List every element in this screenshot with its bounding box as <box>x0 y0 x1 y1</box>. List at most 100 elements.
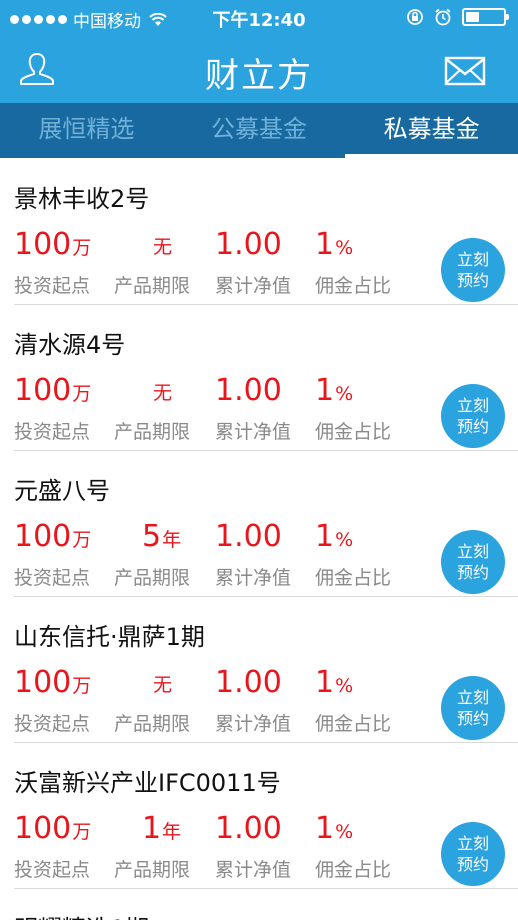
commission-label: 佣金占比 <box>315 859 392 881</box>
book-button-line1: 立刻 <box>456 688 489 707</box>
period-label: 产品期限 <box>114 859 191 881</box>
commission-number: 1 <box>315 811 335 846</box>
nav-label: 累计净值 <box>215 567 292 589</box>
min-invest-value: 100万 <box>14 811 91 846</box>
product-item[interactable]: 山东信托·鼎萨1期 100万 无 1.00 1% 投资起点 产品期限 累计净值 佣金占比 立刻预约 <box>14 597 518 743</box>
product-name: 明耀精选1期 <box>14 909 149 920</box>
period-number: 5 <box>142 519 162 554</box>
status-right <box>406 8 509 26</box>
nav-number: 1.00 <box>215 665 282 700</box>
commission-label: 佣金占比 <box>315 567 392 589</box>
commission-value: 1% <box>315 665 353 700</box>
nav-value: 1.00 <box>215 665 282 700</box>
book-now-button[interactable]: 立刻 预约 <box>441 384 505 448</box>
product-name: 山东信托·鼎萨1期 <box>14 623 205 651</box>
tab-featured[interactable]: 展恒精选 <box>0 103 173 158</box>
min-invest-number: 100 <box>14 811 72 846</box>
min-invest-label: 投资起点 <box>14 275 91 297</box>
commission-value: 1% <box>315 373 353 408</box>
period-label: 产品期限 <box>114 567 191 589</box>
period-unit: 年 <box>162 529 182 551</box>
period-unit: 年 <box>162 821 182 843</box>
status-bar: 中国移动 下午12:40 <box>0 0 518 34</box>
book-now-button[interactable]: 立刻 预约 <box>441 676 505 740</box>
commission-label: 佣金占比 <box>315 713 392 735</box>
period-value: 无 <box>153 670 172 697</box>
tab-private-funds[interactable]: 私募基金 <box>345 103 518 159</box>
commission-unit: % <box>335 383 354 405</box>
commission-unit: % <box>335 237 354 259</box>
period-label: 产品期限 <box>114 275 191 297</box>
product-item[interactable]: 沃富新兴产业IFC0011号 100万 1年 1.00 1% 投资起点 产品期限 累计净值 佣金… <box>14 743 518 889</box>
nav-number: 1.00 <box>215 227 282 262</box>
min-invest-label: 投资起点 <box>14 859 91 881</box>
product-name: 清水源4号 <box>14 331 126 359</box>
book-button-line1: 立刻 <box>456 396 489 415</box>
page-title: 财立方 <box>205 56 313 96</box>
product-item[interactable]: 清水源4号 100万 无 1.00 1% 投资起点 产品期限 累计净值 佣金占比 立刻 预约 <box>14 305 518 451</box>
alarm-icon <box>435 8 451 26</box>
min-invest-label: 投资起点 <box>14 421 91 443</box>
nav-number: 1.00 <box>215 373 282 408</box>
min-invest-value: 100万 <box>14 227 91 262</box>
min-invest-unit: 万 <box>72 821 92 843</box>
commission-unit: % <box>335 675 354 697</box>
product-item[interactable]: 景林丰收2号 100万 无 1.00 1% 投资起点 产品期限 累计净值 佣金占比 立刻 预约 <box>14 159 518 305</box>
battery-icon <box>462 8 509 26</box>
commission-value: 1% <box>315 811 353 846</box>
commission-number: 1 <box>315 665 335 700</box>
period-number: 无 <box>153 674 173 696</box>
min-invest-number: 100 <box>14 519 72 554</box>
book-button-line1: 立刻 <box>456 834 489 853</box>
product-name: 景林丰收2号 <box>14 185 150 213</box>
commission-label: 佣金占比 <box>315 275 392 297</box>
book-now-button[interactable]: 立刻 预约 <box>441 238 505 302</box>
nav-value: 1.00 <box>215 811 282 846</box>
commission-number: 1 <box>315 227 335 262</box>
nav-label: 累计净值 <box>215 275 292 297</box>
period-value: 1年 <box>142 811 181 846</box>
message-button[interactable] <box>444 56 486 86</box>
orientation-lock-icon <box>407 9 423 25</box>
product-name: 沃富新兴产业IFC0011号 <box>14 769 281 797</box>
period-value: 无 <box>153 378 172 405</box>
product-item[interactable]: 明耀精选1期 <box>14 889 518 920</box>
nav-value: 1.00 <box>215 227 282 262</box>
period-label: 产品期限 <box>114 713 191 735</box>
min-invest-value: 100万 <box>14 665 91 700</box>
book-button-line2: 预约 <box>456 855 489 874</box>
battery-level <box>466 12 479 22</box>
nav-label: 累计净值 <box>215 713 292 735</box>
nav-value: 1.00 <box>215 373 282 408</box>
period-value: 5年 <box>142 519 181 554</box>
book-now-button[interactable]: 立刻 预约 <box>441 822 505 886</box>
nav-label: 累计净值 <box>215 421 292 443</box>
app-header: 财立方 <box>0 34 518 103</box>
commission-number: 1 <box>315 519 335 554</box>
tab-public-funds[interactable]: 公募基金 <box>173 103 346 158</box>
nav-number: 1.00 <box>215 811 282 846</box>
product-list: 景林丰收2号 100万无 1.00 1% 投资起点 产品期限 累计净值 佣金占比 立刻 预约 清水源… <box>0 159 518 920</box>
book-button-line2: 预约 <box>456 709 489 728</box>
nav-number: 1.00 <box>215 519 282 554</box>
commission-value: 1% <box>315 227 353 262</box>
period-number: 1 <box>142 811 162 846</box>
book-now-button[interactable]: 立刻 预约 <box>441 530 505 594</box>
period-value: 无 <box>153 232 172 259</box>
book-button-line1: 立刻 <box>456 542 489 561</box>
min-invest-label: 投资起点 <box>14 713 91 735</box>
min-invest-number: 100 <box>14 665 72 700</box>
min-invest-number: 100 <box>14 227 72 262</box>
min-invest-label: 投资起点 <box>14 567 91 589</box>
min-invest-value: 100万 <box>14 373 91 408</box>
nav-value: 1.00 <box>215 519 282 554</box>
commission-label: 佣金占比 <box>315 421 392 443</box>
period-number: 无 <box>153 236 173 258</box>
min-invest-number: 100 <box>14 373 72 408</box>
product-item[interactable]: 元盛八号 100万 5年 1.00 1% 投资起点 产品期限 累计净值 佣金占比 立刻 预约 <box>14 451 518 597</box>
book-button-line2: 预约 <box>456 417 489 436</box>
product-name: 元盛八号 <box>14 477 110 505</box>
book-button-line1: 立刻 <box>456 250 489 269</box>
period-number: 无 <box>153 382 173 404</box>
min-invest-unit: 万 <box>72 237 92 259</box>
